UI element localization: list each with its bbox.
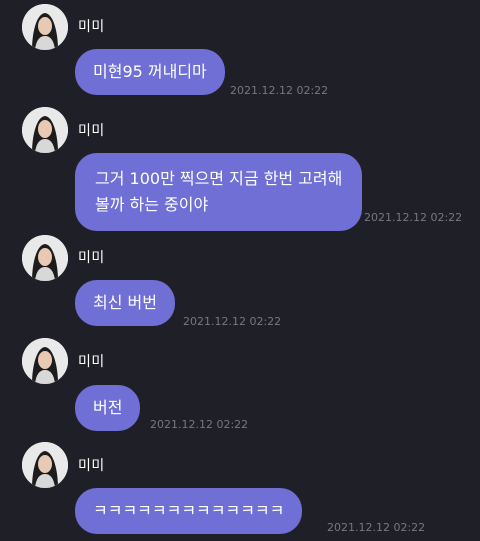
message-text-line: 그거 100만 찍으면 지금 한번 고려해 — [95, 169, 343, 188]
sender-name: 미미 — [78, 123, 105, 139]
message-bubble: 미현95 꺼내디마 — [75, 49, 225, 95]
message-bubble: 그거 100만 찍으면 지금 한번 고려해 볼까 하는 중이야 — [75, 153, 363, 231]
message-text: 미현95 꺼내디마 — [93, 62, 207, 81]
sender-name: 미미 — [78, 19, 105, 35]
sender-name: 미미 — [78, 458, 105, 474]
message-bubble: ㅋㅋㅋㅋㅋㅋㅋㅋㅋㅋㅋㅋㅋ — [75, 488, 303, 534]
avatar[interactable] — [22, 235, 68, 281]
message-bubble: 최신 버번 — [75, 280, 175, 326]
message-timestamp: 2021.12.12 02:22 — [150, 418, 249, 431]
message-timestamp: 2021.12.12 02:22 — [327, 521, 426, 534]
sender-name: 미미 — [78, 354, 105, 370]
message-bubble: 버전 — [75, 385, 141, 431]
message-text: 최신 버번 — [93, 293, 157, 312]
message-timestamp: 2021.12.12 02:22 — [230, 84, 329, 97]
message-text-line: 볼까 하는 중이야 — [95, 195, 209, 214]
sender-name: 미미 — [78, 250, 105, 266]
avatar[interactable] — [22, 4, 68, 50]
message-text: ㅋㅋㅋㅋㅋㅋㅋㅋㅋㅋㅋㅋㅋ — [93, 501, 285, 520]
avatar[interactable] — [22, 107, 68, 153]
chat-area: 미미 미현95 꺼내디마 2021.12.12 02:22 미미 그거 100만… — [0, 0, 480, 541]
message-timestamp: 2021.12.12 02:22 — [364, 211, 463, 224]
avatar[interactable] — [22, 338, 68, 384]
message-text: 버전 — [93, 398, 123, 417]
message-timestamp: 2021.12.12 02:22 — [183, 315, 282, 328]
avatar[interactable] — [22, 442, 68, 488]
